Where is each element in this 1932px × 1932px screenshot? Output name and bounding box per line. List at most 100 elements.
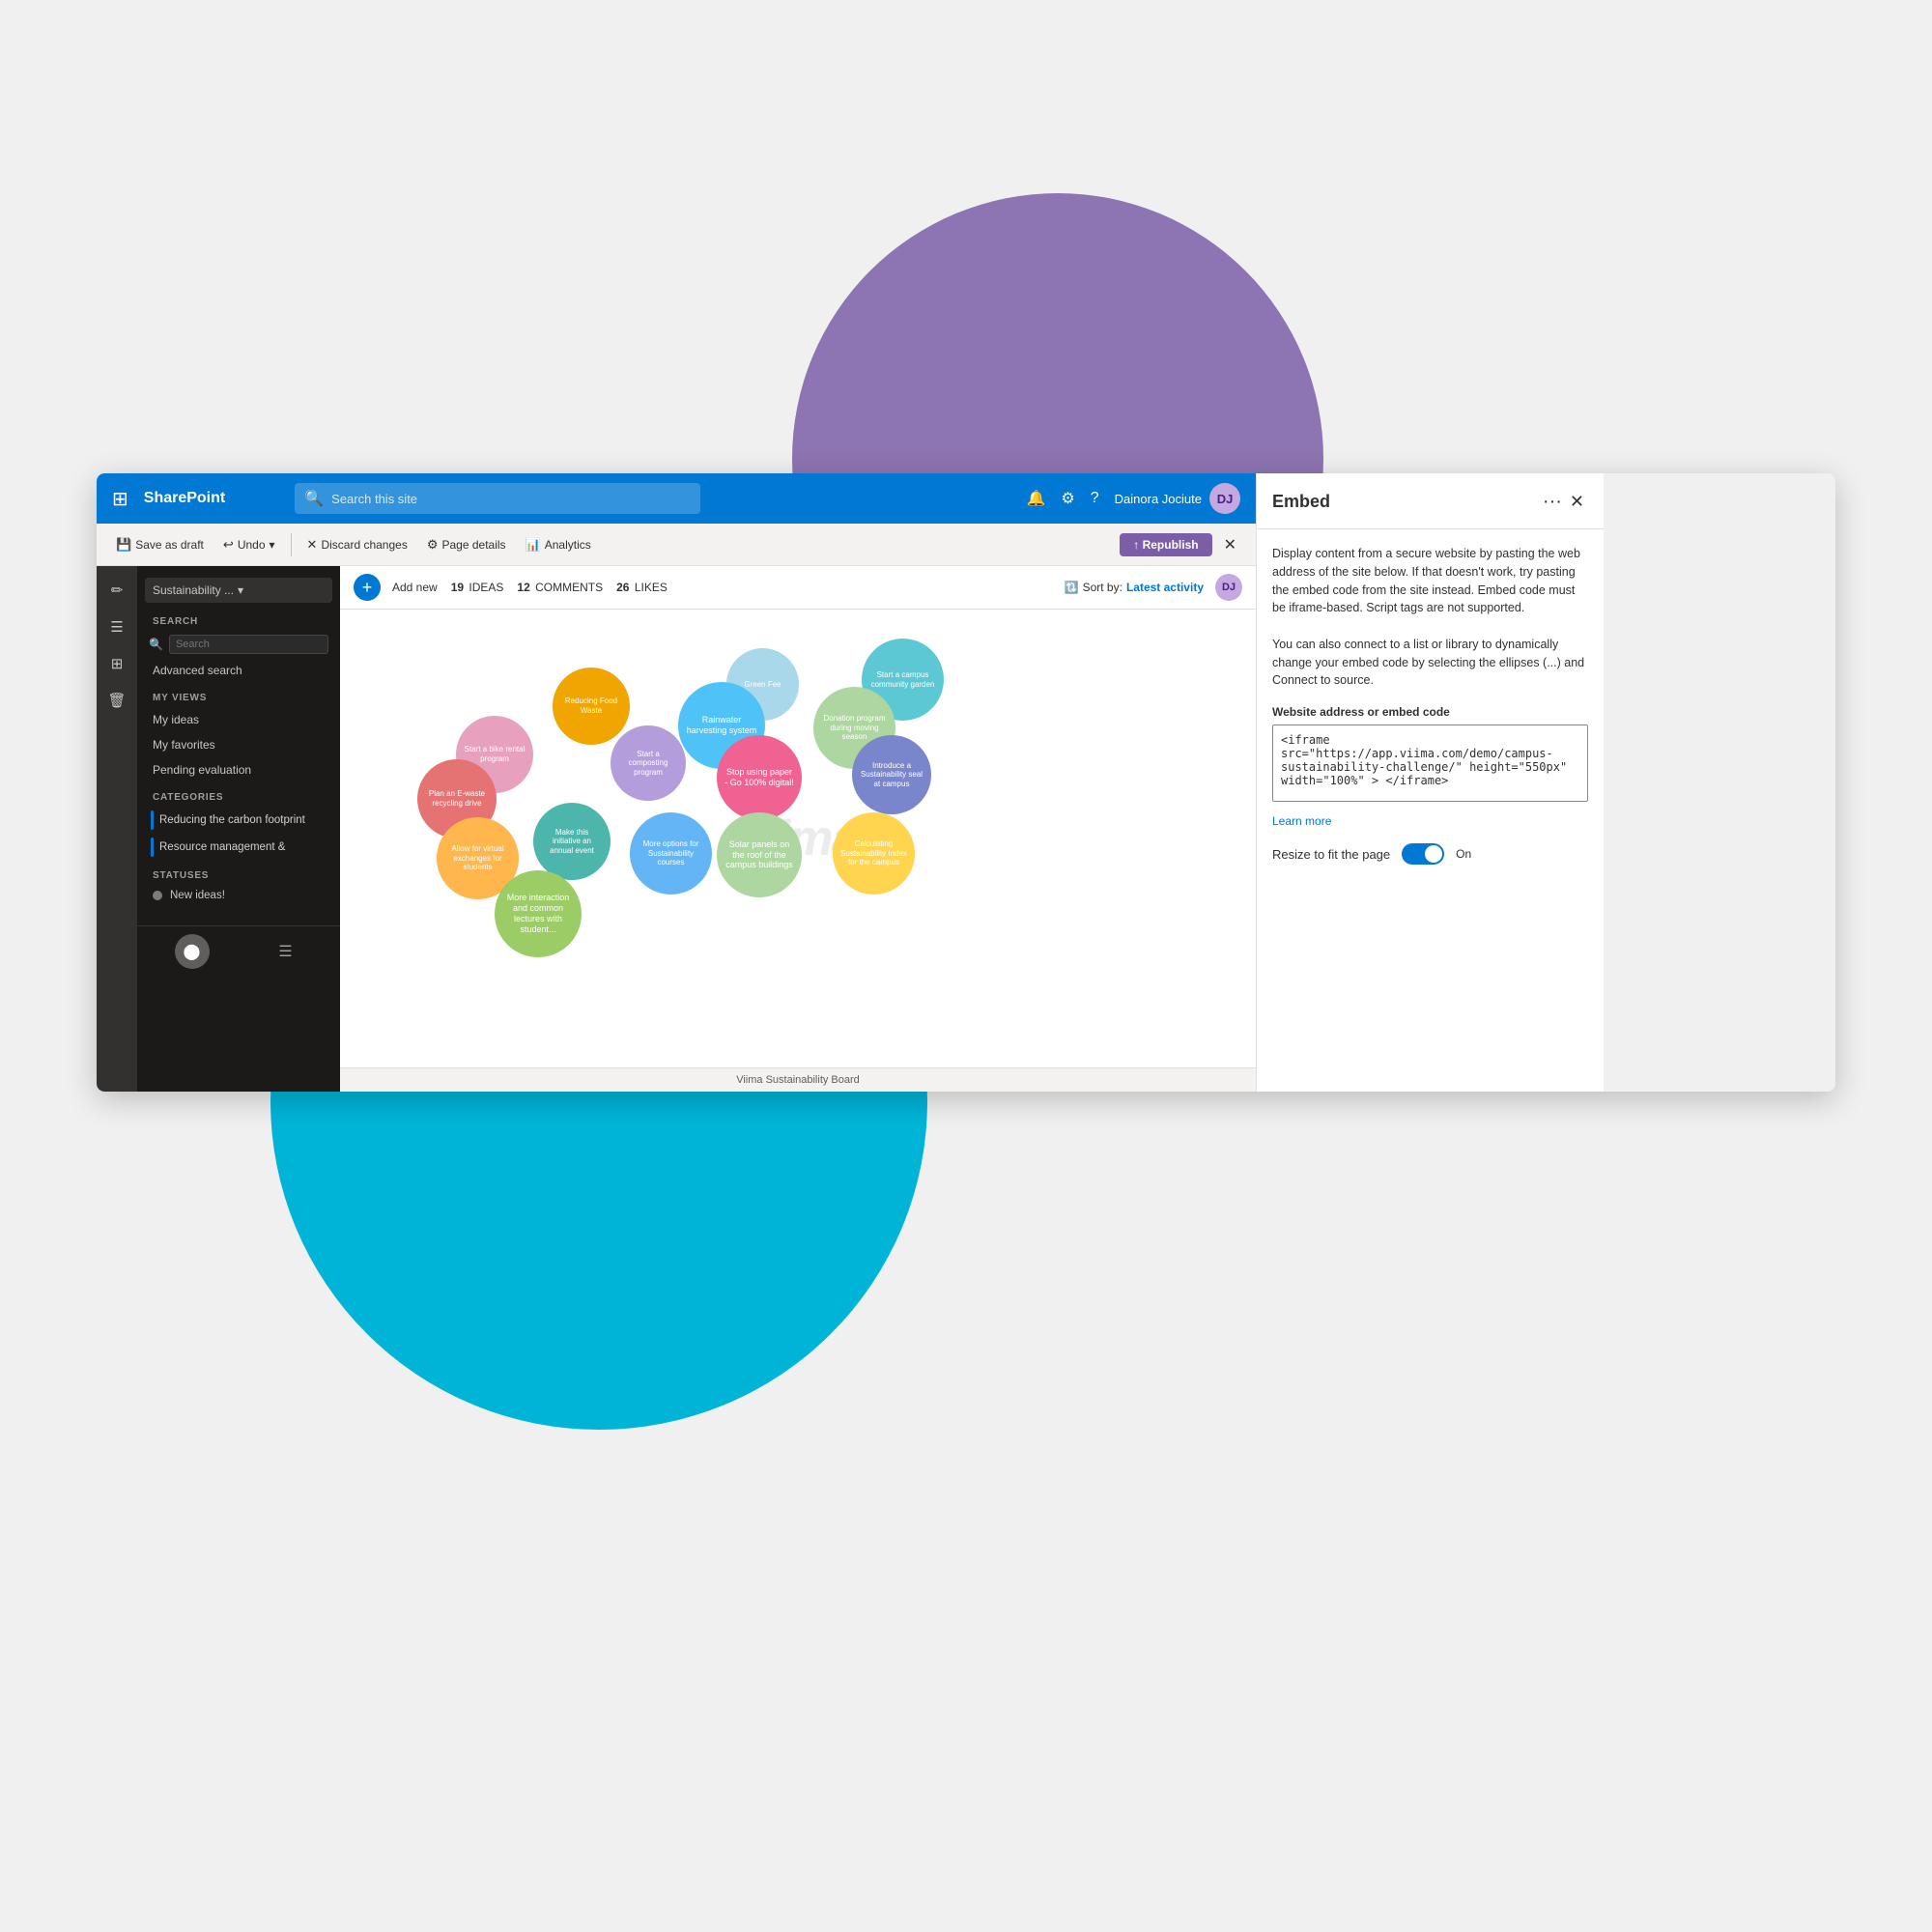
user-name: Dainora Jociute [1115, 492, 1202, 506]
republish-button[interactable]: ↑ Republish [1120, 533, 1211, 556]
category-1-item[interactable]: Reducing the carbon footprint [137, 807, 340, 834]
pending-evaluation-label: Pending evaluation [153, 763, 251, 777]
idea-bubble-12[interactable]: Solar panels on the roof of the campus b… [717, 812, 802, 897]
sort-control[interactable]: 🔃 Sort by: Latest activity [1065, 581, 1204, 594]
discard-button[interactable]: ✕ Discard changes [299, 533, 415, 556]
category-2-item[interactable]: Resource management & [137, 834, 340, 861]
site-selector[interactable]: Sustainability ... ▾ [145, 578, 332, 603]
category-2-label: Resource management & [159, 841, 285, 853]
embed-description: Display content from a secure website by… [1272, 545, 1588, 690]
save-icon: 💾 [116, 537, 131, 553]
comments-stat: 12 COMMENTS [515, 581, 603, 594]
add-new-label: Add new [392, 581, 438, 594]
status-dot [153, 891, 162, 900]
toggle-on-label: On [1456, 847, 1471, 861]
site-chevron-icon: ▾ [238, 583, 243, 597]
page-details-button[interactable]: ⚙ Page details [419, 533, 514, 556]
advanced-search-item[interactable]: Advanced search [137, 658, 340, 683]
help-icon[interactable]: ? [1091, 490, 1099, 507]
search-icon: 🔍 [304, 489, 324, 508]
save-draft-button[interactable]: 💾 Save as draft [108, 533, 212, 556]
global-search-bar[interactable]: 🔍 [295, 483, 700, 514]
bottom-nav-list-view[interactable]: ☰ [269, 934, 303, 969]
discard-icon: ✕ [307, 537, 318, 553]
resize-row: Resize to fit the page On [1272, 843, 1588, 865]
idea-bubble-9[interactable]: Introduce a Sustainability seal at campu… [852, 735, 931, 814]
embed-header: Embed ··· ✕ [1257, 473, 1604, 529]
category-bar [151, 810, 154, 830]
left-navigation: Sustainability ... ▾ SEARCH 🔍 Advanced s… [137, 566, 340, 1092]
my-views-section-label: MY VIEWS [137, 683, 340, 707]
status-1-item[interactable]: New ideas! [137, 885, 340, 906]
resize-label: Resize to fit the page [1272, 847, 1390, 862]
category-bar-2 [151, 838, 154, 857]
add-new-button[interactable]: + [354, 574, 381, 601]
bottom-nav-bubble-view[interactable]: ⬤ [175, 934, 210, 969]
sort-value: Latest activity [1126, 581, 1204, 594]
idea-bubble-0[interactable]: Reducing Food Waste [553, 668, 630, 745]
embed-code-input[interactable]: <iframe src="https://app.viima.com/demo/… [1272, 724, 1588, 802]
idea-bubble-14[interactable]: More options for Sustainability courses [630, 812, 712, 895]
close-toolbar-button[interactable]: ✕ [1216, 531, 1244, 558]
republish-icon: ↑ [1133, 538, 1139, 552]
undo-icon: ↩ [223, 537, 234, 553]
sidebar-search-input[interactable] [169, 635, 328, 654]
page-toolbar: 💾 Save as draft ↩ Undo ▾ ✕ Discard chang… [97, 524, 1256, 566]
my-ideas-label: My ideas [153, 713, 199, 726]
idea-bubble-7[interactable]: Start a composting program [611, 725, 686, 801]
toggle-slider [1402, 843, 1444, 865]
search-section-label: SEARCH [137, 607, 340, 631]
board-user-avatar: DJ [1215, 574, 1242, 601]
idea-bubble-13[interactable]: Calculating Sustainability Index for the… [833, 812, 915, 895]
bubbles-container: viima Reducing Food WasteGreen FeeStart … [340, 610, 1256, 1067]
sharepoint-logo: SharePoint [144, 490, 225, 507]
undo-button[interactable]: ↩ Undo ▾ [215, 533, 283, 556]
embed-field-label: Website address or embed code [1272, 705, 1588, 719]
sidebar-icon-edit[interactable]: ✏ [100, 574, 133, 607]
embed-more-button[interactable]: ··· [1539, 487, 1566, 517]
site-name: Sustainability ... [153, 583, 234, 597]
statuses-section-label: STATUSES [137, 861, 340, 885]
my-favorites-item[interactable]: My favorites [137, 732, 340, 757]
embed-body: Display content from a secure website by… [1257, 529, 1604, 1092]
status-1-label: New ideas! [170, 890, 225, 901]
learn-more-link[interactable]: Learn more [1272, 814, 1588, 828]
chevron-down-icon: ▾ [270, 538, 275, 552]
sidebar-icon-trash[interactable]: 🗑 [100, 684, 133, 717]
board-caption: Viima Sustainability Board [340, 1067, 1256, 1092]
sharepoint-window: ⊞ SharePoint 🔍 🔔 ⚙ ? Dainora Jociute DJ … [97, 473, 1256, 1092]
sidebar-icon-layers[interactable]: ☰ [100, 611, 133, 643]
main-window: ⊞ SharePoint 🔍 🔔 ⚙ ? Dainora Jociute DJ … [97, 473, 1835, 1092]
analytics-icon: 📊 [526, 537, 541, 553]
idea-bubble-8[interactable]: Stop using paper - Go 100% digital! [717, 735, 802, 820]
resize-toggle[interactable] [1402, 843, 1444, 865]
my-ideas-item[interactable]: My ideas [137, 707, 340, 732]
analytics-button[interactable]: 📊 Analytics [518, 533, 599, 556]
leftnav-search-item[interactable]: 🔍 [137, 631, 340, 658]
topbar: ⊞ SharePoint 🔍 🔔 ⚙ ? Dainora Jociute DJ [97, 473, 1256, 524]
ideas-stat: 19 IDEAS [449, 581, 504, 594]
pending-evaluation-item[interactable]: Pending evaluation [137, 757, 340, 782]
settings-icon[interactable]: ⚙ [1061, 489, 1074, 508]
sort-icon: 🔃 [1065, 581, 1079, 594]
idea-bubble-15[interactable]: More interaction and common lectures wit… [495, 870, 582, 957]
sidebar-icon-grid[interactable]: ⊞ [100, 647, 133, 680]
category-1-label: Reducing the carbon footprint [159, 814, 305, 826]
embed-title: Embed [1272, 492, 1539, 512]
categories-section-label: CATEGORIES [137, 782, 340, 807]
board-topbar: + Add new 19 IDEAS 12 COMMENTS 26 LIKES [340, 566, 1256, 610]
waffle-icon[interactable]: ⊞ [112, 487, 128, 511]
my-favorites-label: My favorites [153, 738, 215, 752]
idea-bubble-10[interactable]: Make this initiative an annual event [533, 803, 611, 880]
embed-panel: Embed ··· ✕ Display content from a secur… [1256, 473, 1604, 1092]
global-search-input[interactable] [331, 492, 691, 506]
sidebar-icons: ✏ ☰ ⊞ 🗑 [97, 566, 137, 1092]
user-menu[interactable]: Dainora Jociute DJ [1115, 483, 1240, 514]
nav-icons: 🔔 ⚙ ? Dainora Jociute DJ [1027, 483, 1241, 514]
idea-board: + Add new 19 IDEAS 12 COMMENTS 26 LIKES [340, 566, 1256, 1092]
details-icon: ⚙ [427, 537, 439, 553]
notification-icon[interactable]: 🔔 [1027, 489, 1046, 508]
advanced-search-label: Advanced search [153, 664, 242, 677]
embed-close-button[interactable]: ✕ [1566, 488, 1588, 516]
search-icon-small: 🔍 [149, 638, 163, 651]
